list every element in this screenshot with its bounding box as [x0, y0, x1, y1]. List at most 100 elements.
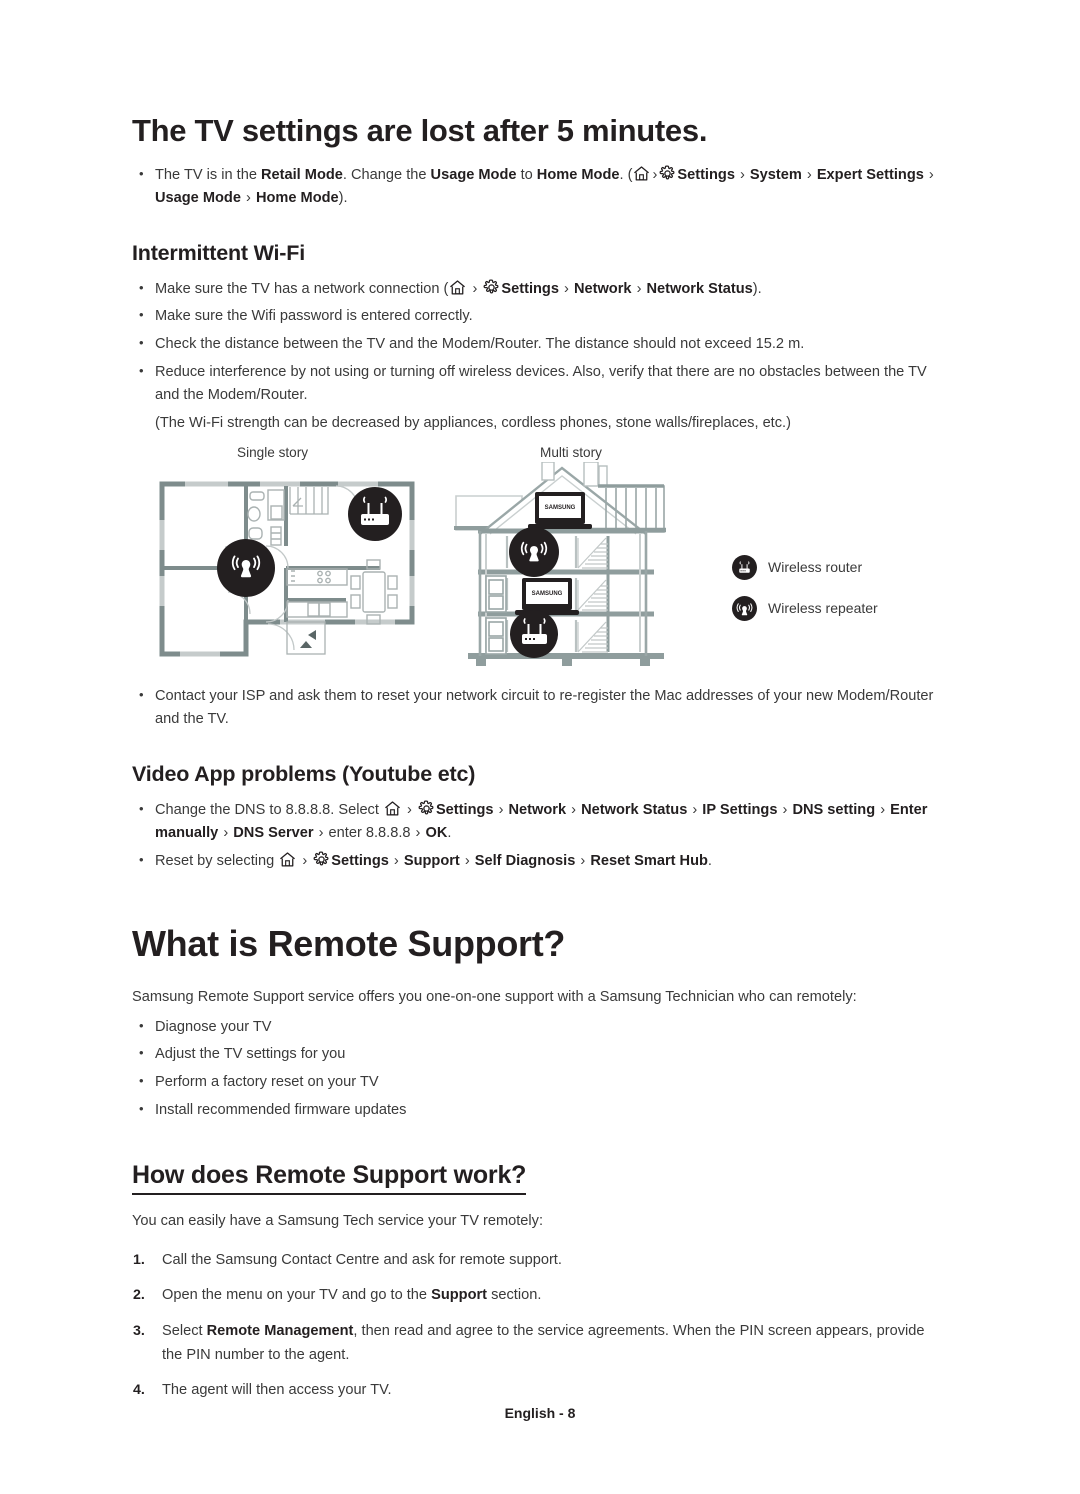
chevron-separator: ›	[559, 280, 573, 297]
text-frag: . Change the	[342, 166, 431, 183]
text-frag: enter 8.8.8.8	[328, 825, 411, 842]
heading-tv-settings-lost: The TV settings are lost after 5 minutes…	[132, 113, 708, 148]
step-text: Select Remote Management, then read and …	[162, 1323, 925, 1363]
text-frag: Select	[162, 1323, 207, 1340]
home-icon	[279, 851, 296, 868]
legend-item-wireless-router: Wireless router	[732, 554, 878, 580]
text-bold: Settings	[435, 801, 494, 818]
tv-brand-label: SAMSUNG	[545, 505, 576, 511]
wireless-router-marker	[348, 486, 402, 541]
samsung-tv-icon: SAMSUNG	[515, 577, 579, 615]
heading-how-does-remote-support-work: How does Remote Support work?	[132, 1160, 526, 1196]
chevron-separator: ›	[567, 801, 581, 818]
home-icon	[449, 279, 466, 296]
wireless-router-icon	[732, 554, 757, 580]
gear-icon	[418, 800, 435, 817]
bullet-text: The TV is in the Retail Mode. Change the…	[155, 165, 935, 207]
heading-what-is-remote-support: What is Remote Support?	[132, 922, 566, 964]
list-item-step: Open the menu on your TV and go to the S…	[132, 1284, 948, 1308]
chevron-separator: ›	[494, 801, 508, 818]
intro-how-does-remote-support-work: You can easily have a Samsung Tech servi…	[132, 1213, 544, 1230]
chevron-separator: ›	[924, 166, 934, 183]
chevron-separator: ›	[298, 852, 312, 869]
text-bold: Network Status	[646, 280, 753, 297]
tv-brand-label: SAMSUNG	[532, 591, 563, 597]
list-item: Make sure the Wifi password is entered c…	[132, 304, 948, 329]
wifi-coverage-figure: Single story Multi story SAMSUNG SAMSUNG…	[132, 442, 948, 677]
list-intermittent-wifi: Make sure the TV has a network connectio…	[132, 277, 948, 436]
list-tv-settings-lost: The TV is in the Retail Mode. Change the…	[132, 163, 948, 211]
list-item-step: The agent will then access your TV.	[133, 1379, 392, 1402]
home-icon	[633, 165, 650, 182]
text-frag: The TV is in the	[155, 166, 261, 183]
manual-page: The TV settings are lost after 5 minutes…	[0, 0, 1080, 1494]
figure-label-multi-story: Multi story	[540, 444, 602, 460]
list-item: Diagnose your TV	[132, 1015, 948, 1040]
wireless-repeater-icon	[732, 595, 757, 621]
list-video-app-problems: Change the DNS to 8.8.8.8. Select › Sett…	[132, 798, 948, 874]
text-bold: Settings	[677, 166, 735, 183]
samsung-tv-icon: SAMSUNG	[528, 491, 592, 529]
list-item: Install recommended firmware updates	[132, 1098, 948, 1123]
list-item: Check the distance between the TV and th…	[132, 332, 948, 357]
list-item-step: Select Remote Management, then read and …	[132, 1320, 948, 1367]
chevron-separator: ›	[460, 852, 474, 869]
text-bold: Reset Smart Hub	[590, 852, 708, 869]
legend-item-wireless-repeater: Wireless repeater	[732, 595, 878, 621]
text-bold: Retail Mode	[261, 166, 343, 183]
text-frag: Open the menu on your TV and go to the	[162, 1287, 432, 1304]
chevron-separator: ›	[876, 801, 890, 818]
chevron-separator: ›	[802, 166, 816, 183]
wireless-repeater-marker	[509, 526, 559, 577]
text-frag: Change the DNS to 8.8.8.8. Select	[155, 801, 383, 818]
wireless-router-marker	[510, 609, 558, 658]
chevron-separator: ›	[389, 852, 403, 869]
text-bold: Support	[431, 1287, 488, 1304]
chevron-separator: ›	[688, 801, 702, 818]
gear-icon	[313, 851, 330, 868]
text-frag: . (	[619, 166, 633, 183]
list-item: Contact your ISP and ask them to reset y…	[132, 684, 948, 732]
text-bold: Remote Management	[206, 1323, 354, 1340]
chevron-separator: ›	[241, 190, 255, 207]
text-frag: ).	[338, 190, 348, 207]
chevron-separator: ›	[468, 280, 482, 297]
chevron-separator: ›	[632, 280, 646, 297]
text-frag: .	[707, 852, 712, 869]
legend-label: Wireless router	[768, 559, 863, 576]
chevron-separator: ›	[778, 801, 792, 818]
text-bold: Expert Settings	[816, 166, 924, 183]
text-bold: Home Mode	[536, 166, 620, 183]
chevron-separator: ›	[314, 825, 328, 842]
chevron-separator: ›	[576, 852, 590, 869]
list-remote-support-capabilities: Diagnose your TV Adjust the TV settings …	[132, 1015, 948, 1123]
wireless-repeater-marker	[217, 538, 275, 597]
list-item: Reduce interference by not using or turn…	[132, 360, 948, 408]
text-bold: Usage Mode	[155, 190, 241, 207]
list-item: Change the DNS to 8.8.8.8. Select › Sett…	[132, 798, 948, 846]
text-bold: DNS setting	[792, 801, 876, 818]
text-bold: Settings	[331, 852, 389, 869]
list-note: (The Wi-Fi strength can be decreased by …	[155, 414, 791, 431]
text-bold: Usage Mode	[430, 166, 517, 183]
bullet-text: Reset by selecting › Settings › Support …	[155, 851, 712, 869]
text-bold: IP Settings	[702, 801, 778, 818]
chevron-separator: ›	[219, 825, 233, 842]
chevron-separator: ›	[411, 825, 425, 842]
chevron-separator: ›	[652, 166, 658, 183]
chevron-separator: ›	[735, 166, 749, 183]
heading-video-app-problems: Video App problems (Youtube etc)	[132, 761, 476, 786]
text-bold: Home Mode	[255, 190, 339, 207]
list-isp: Contact your ISP and ask them to reset y…	[132, 684, 948, 732]
text-bold: OK	[425, 825, 448, 842]
text-frag: .	[447, 825, 452, 842]
legend-label: Wireless repeater	[768, 600, 878, 617]
text-bold: Support	[403, 852, 460, 869]
text-frag: Reset by selecting	[155, 852, 279, 869]
page-content: The TV settings are lost after 5 minutes…	[132, 0, 948, 1415]
text-frag: ).	[752, 280, 762, 297]
text-bold: Settings	[501, 280, 559, 297]
list-item: Adjust the TV settings for you	[132, 1042, 948, 1067]
text-bold: Network	[508, 801, 567, 818]
single-story-floorplan	[159, 481, 415, 657]
